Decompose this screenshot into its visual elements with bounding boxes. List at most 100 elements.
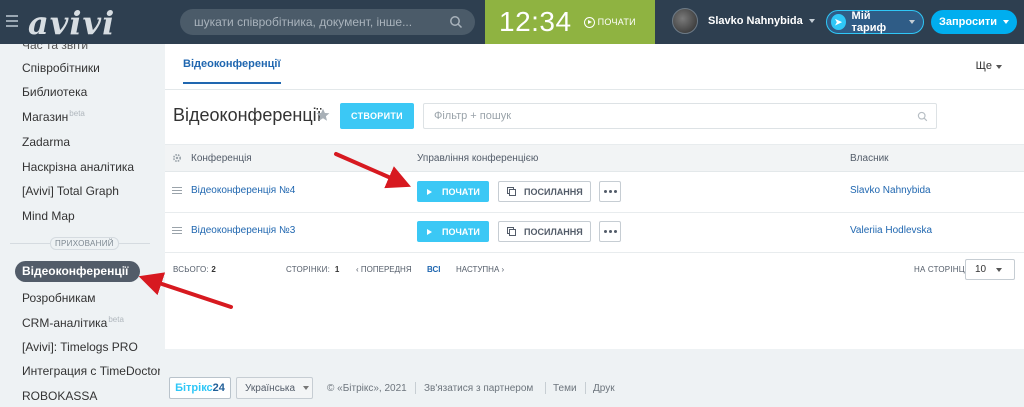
search-icon[interactable] (449, 15, 463, 29)
start-label: ПОЧАТИ (442, 186, 480, 197)
copy-icon (507, 187, 516, 196)
filter-search[interactable] (423, 103, 937, 129)
b24-number: 24 (212, 382, 225, 394)
more-actions-button[interactable] (599, 181, 621, 202)
star-icon[interactable] (316, 108, 330, 122)
owner-link[interactable]: Slavko Nahnybida (850, 185, 931, 196)
next-page-button[interactable]: НАСТУПНА › (456, 265, 504, 274)
all-pages-button[interactable]: ВСІ (427, 265, 440, 274)
start-conference-button[interactable]: ПОЧАТИ (417, 181, 489, 202)
footer-divider (415, 382, 416, 394)
sidebar-item-shop[interactable]: Магазинbeta (22, 109, 85, 124)
language-value: Українська (245, 382, 296, 394)
invite-button[interactable]: Запросити (931, 10, 1017, 34)
owner-link[interactable]: Valeriia Hodlevska (850, 225, 932, 236)
work-clock[interactable]: 12:34 ПОЧАТИ (485, 0, 655, 44)
beta-badge: beta (108, 315, 124, 324)
total-label: ВСЬОГО: (173, 265, 209, 274)
tariff-button[interactable]: ➤ Мій тариф (826, 10, 924, 34)
column-header-management[interactable]: Управління конференцією (417, 153, 538, 164)
start-conference-button[interactable]: ПОЧАТИ (417, 221, 489, 242)
sidebar-item-timelogs[interactable]: [Avivi]: Timelogs PRO (22, 340, 138, 354)
play-icon (583, 16, 595, 28)
chevron-down-icon (996, 65, 1002, 69)
create-button[interactable]: СТВОРИТИ (340, 103, 414, 129)
logo[interactable]: avivi (28, 4, 115, 42)
invite-label: Запросити (939, 16, 997, 28)
per-page-label: НА СТОРІНЦІ: (914, 265, 970, 274)
sidebar-item-robokassa[interactable]: ROBOKASSA (22, 389, 97, 403)
chevron-down-icon (303, 386, 310, 390)
drag-handle-icon[interactable] (172, 187, 182, 195)
sidebar-item-library[interactable]: Библиотека (22, 85, 87, 99)
sidebar-item-label: Магазин (22, 110, 69, 124)
chevron-down-icon[interactable] (808, 19, 815, 23)
table-row: Відеоконференція №4 ПОЧАТИ ПОСИЛАННЯ Sla… (165, 173, 1024, 213)
hidden-section-label[interactable]: ПРИХОВАНИЙ (50, 237, 119, 250)
sidebar-item-timedoctor[interactable]: Интеграция с TimeDoctor (22, 364, 160, 378)
chevron-down-icon (1002, 20, 1009, 24)
global-search[interactable] (180, 9, 475, 35)
sidebar-item-employees[interactable]: Співробітники (22, 61, 100, 75)
avatar[interactable] (672, 8, 698, 34)
page-footer: Бітрікс 24 Українська © «Бітрікс», 2021 З… (165, 375, 1024, 401)
pages-value: 1 (334, 265, 340, 274)
play-icon (427, 188, 432, 195)
clock-start-button[interactable]: ПОЧАТИ (583, 16, 636, 28)
more-menu[interactable]: Ще (976, 60, 1002, 72)
clock-time: 12:34 (499, 6, 572, 37)
column-header-conference[interactable]: Конференція (191, 153, 252, 164)
tabs-bar: Відеоконференції Ще (165, 44, 1024, 90)
copy-link-button[interactable]: ПОСИЛАННЯ (498, 181, 591, 202)
search-icon[interactable] (917, 111, 928, 122)
more-label: Ще (975, 60, 992, 72)
user-menu[interactable]: Slavko Nahnybida (672, 8, 815, 34)
sidebar-item-mind-map[interactable]: Mind Map (22, 209, 75, 223)
clock-start-label: ПОЧАТИ (597, 17, 636, 27)
chevron-down-icon (909, 20, 915, 24)
conference-link[interactable]: Відеоконференція №4 (191, 185, 295, 196)
prev-page-button[interactable]: ‹ ПОПЕРЕДНЯ (356, 265, 412, 274)
rocket-icon: ➤ (831, 14, 846, 30)
sidebar-item-label: CRM-аналітика (22, 316, 108, 330)
link-label: ПОСИЛАННЯ (524, 186, 583, 197)
more-actions-button[interactable] (599, 221, 621, 242)
filter-input[interactable] (434, 110, 917, 122)
menu-icon[interactable] (6, 15, 18, 27)
total-count: ВСЬОГО: 2 (173, 265, 216, 274)
copy-link-button[interactable]: ПОСИЛАННЯ (498, 221, 591, 242)
themes-link[interactable]: Теми (553, 383, 577, 394)
link-label: ПОСИЛАННЯ (524, 226, 583, 237)
per-page-select[interactable]: 10 (965, 259, 1015, 280)
next-label: НАСТУПНА (456, 265, 500, 274)
column-header-owner[interactable]: Власник (850, 153, 889, 164)
prev-label: ПОПЕРЕДНЯ (360, 265, 412, 274)
total-value: 2 (211, 265, 216, 274)
language-select[interactable]: Українська (236, 377, 313, 399)
b24-text: Бітрікс (175, 382, 213, 394)
search-input[interactable] (194, 15, 449, 29)
sidebar-item-crm-analytics[interactable]: CRM-аналітикаbeta (22, 315, 124, 330)
user-name[interactable]: Slavko Nahnybida (708, 15, 803, 27)
drag-handle-icon[interactable] (172, 227, 182, 235)
sidebar-item-developers[interactable]: Розробникам (22, 291, 96, 305)
sidebar-item-videoconferences[interactable]: Відеоконференції (15, 261, 141, 282)
copy-icon (507, 227, 516, 236)
sidebar-item-time-reports[interactable]: Час та звіти (22, 44, 88, 52)
table-row: Відеоконференція №3 ПОЧАТИ ПОСИЛАННЯ Val… (165, 213, 1024, 253)
sidebar-item-zadarma[interactable]: Zadarma (22, 135, 70, 149)
partner-link[interactable]: Зв'язатися з партнером (424, 383, 533, 394)
chevron-down-icon (996, 267, 1003, 272)
sidebar-item-analytics[interactable]: Наскрізна аналітика (22, 160, 134, 174)
sidebar-item-total-graph[interactable]: [Avivi] Total Graph (22, 184, 119, 198)
print-link[interactable]: Друк (593, 383, 615, 394)
tariff-label: Мій тариф (851, 10, 887, 34)
copyright-text: © «Бітрікс», 2021 (327, 383, 407, 394)
main-content: Відеоконференції Ще Відеоконференції СТВ… (165, 44, 1024, 349)
footer-divider (545, 382, 546, 394)
tab-videoconferences[interactable]: Відеоконференції (183, 58, 281, 84)
conference-link[interactable]: Відеоконференція №3 (191, 225, 295, 236)
per-page-value: 10 (975, 264, 987, 275)
gear-icon[interactable] (172, 153, 182, 163)
bitrix24-logo[interactable]: Бітрікс 24 (169, 377, 231, 399)
